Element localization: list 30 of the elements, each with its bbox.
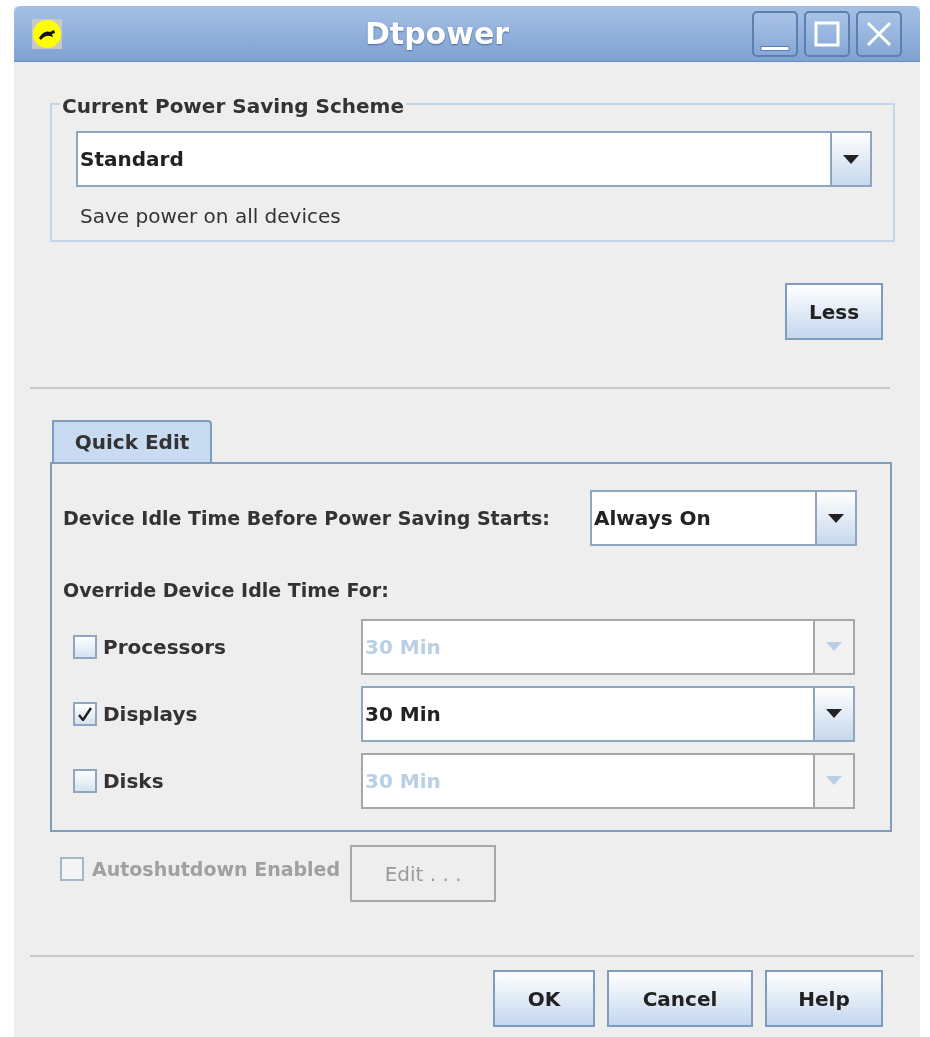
tab[interactable]: Quick Edit (52, 420, 212, 462)
caret-icon (828, 513, 844, 523)
dialog-button[interactable]: Cancel (607, 970, 753, 1027)
checkmark-icon (78, 706, 92, 721)
dialog-button[interactable]: Help (765, 970, 883, 1027)
checkbox[interactable] (73, 768, 97, 793)
window-title: Dtpower (363, 15, 511, 53)
autoshutdown-label: Autoshutdown Enabled (92, 857, 341, 882)
idle-time-dropdown[interactable]: Always On (590, 490, 857, 546)
scheme-description: Save power on all devices (80, 203, 342, 230)
minimize-button[interactable] (752, 10, 798, 57)
override-label: Override Device Idle Time For: (63, 578, 390, 603)
idle-time-dropdown[interactable]: 30 Min (361, 685, 855, 742)
maximize-button[interactable] (804, 10, 850, 57)
close-button[interactable] (856, 10, 902, 57)
device-label: Disks (103, 767, 164, 795)
dialog-button[interactable]: OK (493, 970, 595, 1027)
dialog-button[interactable]: Less (785, 283, 883, 340)
minimize-icon (760, 46, 790, 51)
caret-icon (826, 776, 842, 785)
caret-icon (826, 642, 842, 651)
checkbox[interactable] (73, 701, 97, 726)
idle-time-label: Device Idle Time Before Power Saving Starts: (63, 505, 551, 531)
checkbox[interactable] (73, 634, 97, 659)
device-label: Processors (103, 633, 226, 661)
caret-icon (843, 154, 859, 164)
caret-icon (826, 709, 842, 718)
device-label: Displays (103, 700, 198, 728)
plug-icon (32, 18, 62, 49)
scheme-dropdown[interactable]: Standard (76, 131, 872, 187)
